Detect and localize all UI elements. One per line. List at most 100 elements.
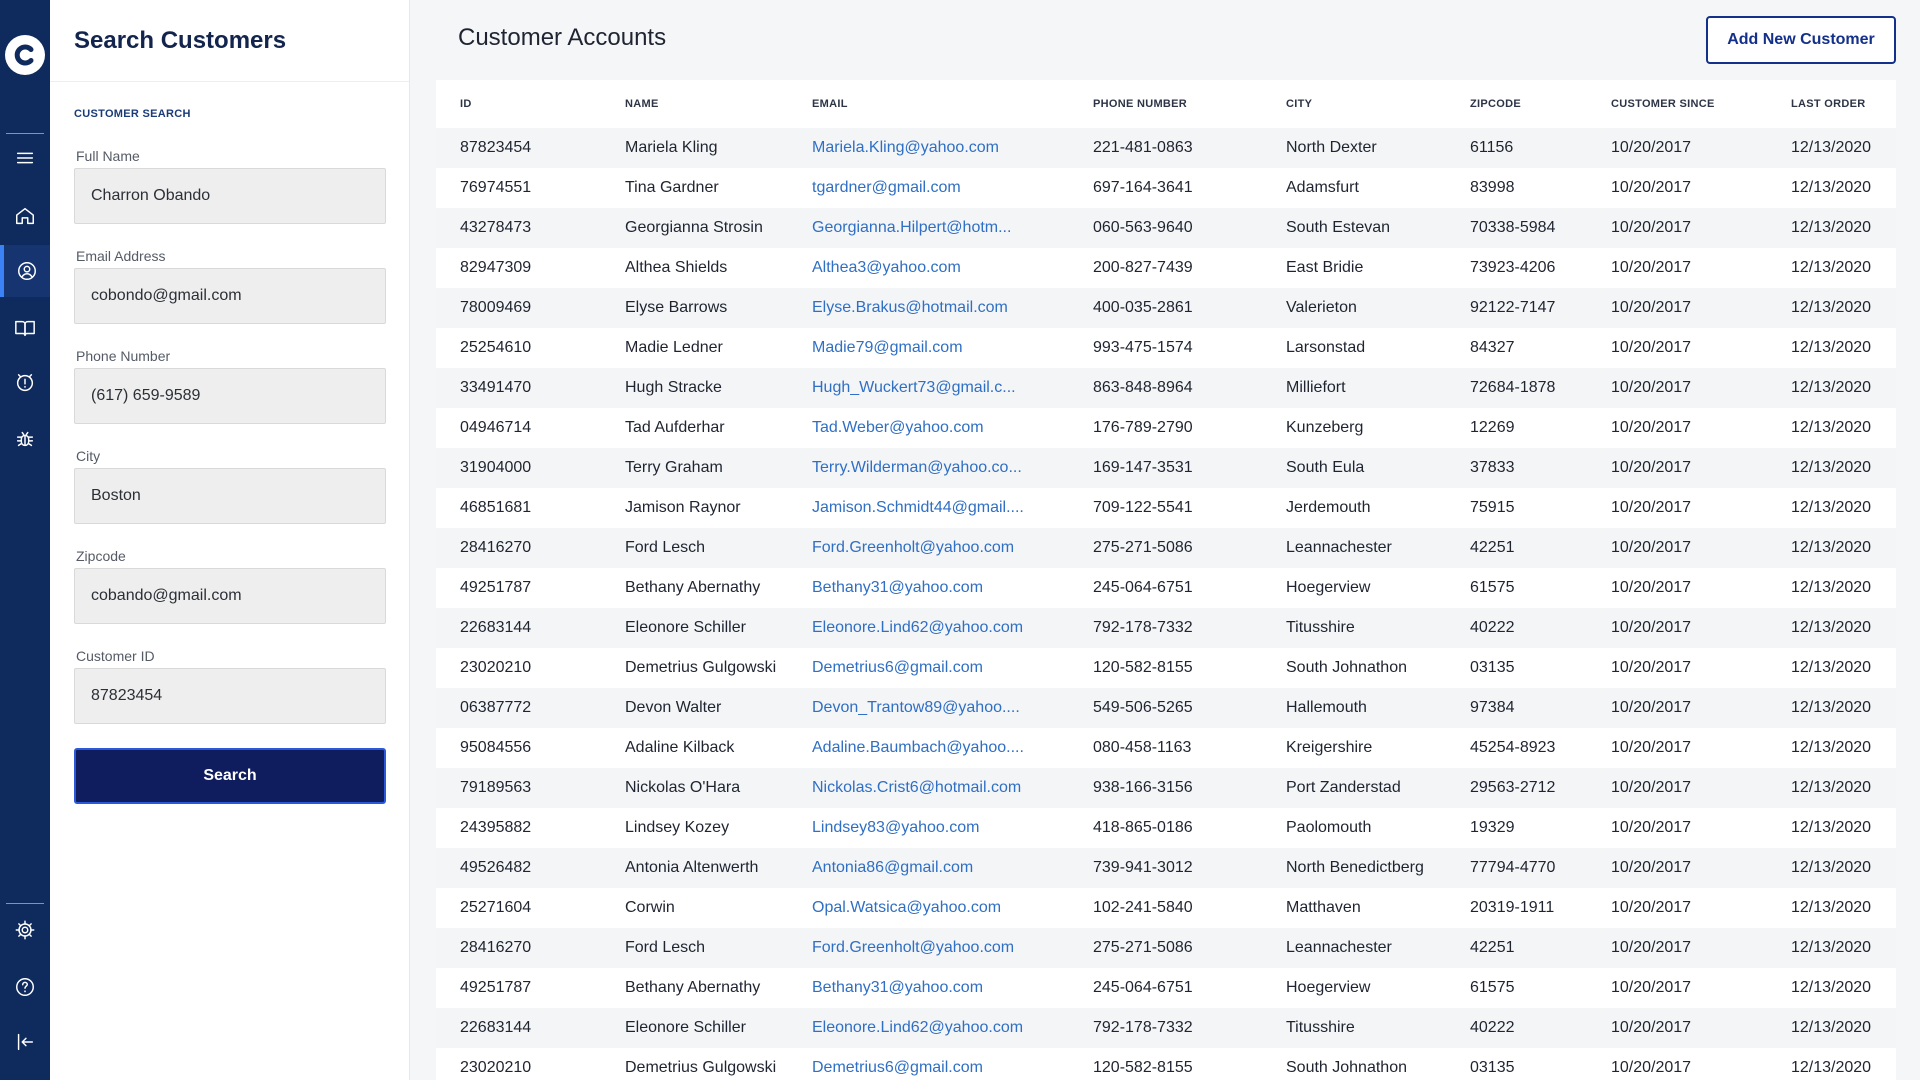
cell-id: 79189563 — [460, 779, 532, 796]
table-row[interactable]: 49251787 Bethany Abernathy Bethany31@yahoo… — [436, 568, 1896, 608]
column-header-city[interactable]: CITY — [1262, 80, 1446, 128]
search-button[interactable]: Search — [74, 748, 386, 804]
cell-email[interactable]: Georgianna.Hilpert@hotm... — [788, 208, 1069, 248]
column-header-zipcode[interactable]: ZIPCODE — [1446, 80, 1587, 128]
cell-id: 31904000 — [460, 459, 532, 476]
cell-email[interactable]: Eleonore.Lind62@yahoo.com — [788, 1008, 1069, 1048]
table-row[interactable]: 28416270 Ford Lesch Ford.Greenholt@yahoo.c… — [436, 528, 1896, 568]
cell-phone: 418-865-0186 — [1093, 819, 1193, 836]
column-header-id[interactable]: ID — [436, 80, 601, 128]
cell-email[interactable]: tgardner@gmail.com — [788, 168, 1069, 208]
table-row[interactable]: 46851681 Jamison Raynor Jamison.Schmidt44@… — [436, 488, 1896, 528]
cell-last-order: 12/13/2020 — [1791, 139, 1872, 156]
menu-icon[interactable] — [0, 132, 50, 184]
table-row[interactable]: 76974551 Tina Gardner tgardner@gmail.com 69… — [436, 168, 1896, 208]
column-header-name[interactable]: NAME — [601, 80, 788, 128]
cell-email[interactable]: Lindsey83@yahoo.com — [788, 808, 1069, 848]
table-row[interactable]: 95084556 Adaline Kilback Adaline.Baumbach@… — [436, 728, 1896, 768]
cell-id: 95084556 — [460, 739, 532, 756]
table-row[interactable]: 25254610 Madie Ledner Madie79@gmail.com 993… — [436, 328, 1896, 368]
cell-email[interactable]: Nickolas.Crist6@hotmail.com — [788, 768, 1069, 808]
table-row[interactable]: 24395882 Lindsey Kozey Lindsey83@yahoo.com… — [436, 808, 1896, 848]
cell-zipcode: 70338-5984 — [1470, 219, 1556, 236]
cell-email[interactable]: Elyse.Brakus@hotmail.com — [788, 288, 1069, 328]
table-row[interactable]: 49251787 Bethany Abernathy Bethany31@yahoo… — [436, 968, 1896, 1008]
cell-phone: 400-035-2861 — [1093, 299, 1193, 316]
badge-alert-icon[interactable] — [0, 357, 50, 409]
cell-city: Leannachester — [1286, 939, 1392, 956]
cell-email[interactable]: Bethany31@yahoo.com — [788, 568, 1069, 608]
customer-id-input[interactable] — [74, 668, 386, 724]
table-row[interactable]: 78009469 Elyse Barrows Elyse.Brakus@hotmai… — [436, 288, 1896, 328]
cell-email[interactable]: Terry.Wilderman@yahoo.co... — [788, 448, 1069, 488]
zipcode-label: Zipcode — [76, 548, 126, 564]
column-header-phone[interactable]: PHONE NUMBER — [1069, 80, 1262, 128]
customer-table-container[interactable]: ID NAME EMAIL PHONE NUMBER CITY ZIPCODE … — [436, 80, 1896, 1080]
table-row[interactable]: 33491470 Hugh Stracke Hugh_Wuckert73@gmail… — [436, 368, 1896, 408]
cell-name: Ford Lesch — [625, 939, 706, 956]
home-icon[interactable] — [0, 190, 50, 242]
cell-last-order: 12/13/2020 — [1791, 939, 1872, 956]
table-row[interactable]: 22683144 Eleonore Schiller Eleonore.Lind62… — [436, 1008, 1896, 1048]
cell-city: Valerieton — [1286, 299, 1357, 316]
full-name-input[interactable] — [74, 168, 386, 224]
cell-email[interactable]: Demetrius6@gmail.com — [788, 648, 1069, 688]
table-row[interactable]: 87823454 Mariela Kling Mariela.Kling@yahoo… — [436, 128, 1896, 168]
zipcode-input[interactable] — [74, 568, 386, 624]
cell-city: Paolomouth — [1286, 819, 1372, 836]
table-row[interactable]: 28416270 Ford Lesch Ford.Greenholt@yahoo.c… — [436, 928, 1896, 968]
email-input[interactable] — [74, 268, 386, 324]
user-icon[interactable] — [0, 245, 50, 297]
cell-zipcode: 12269 — [1470, 419, 1515, 436]
page-title: Customer Accounts — [458, 24, 667, 51]
table-row[interactable]: 25271604 Corwin Opal.Watsica@yahoo.com 102-… — [436, 888, 1896, 928]
cell-email[interactable]: Mariela.Kling@yahoo.com — [788, 128, 1069, 168]
column-header-email[interactable]: EMAIL — [788, 80, 1069, 128]
table-row[interactable]: 43278473 Georgianna Strosin Georgianna.Hil… — [436, 208, 1896, 248]
bug-icon[interactable] — [0, 413, 50, 465]
cell-phone: 120-582-8155 — [1093, 1059, 1193, 1076]
cell-zipcode: 42251 — [1470, 939, 1515, 956]
city-input[interactable] — [74, 468, 386, 524]
table-row[interactable]: 49526482 Antonia Altenwerth Antonia86@gmai… — [436, 848, 1896, 888]
cell-email[interactable]: Madie79@gmail.com — [788, 328, 1069, 368]
table-row[interactable]: 04946714 Tad Aufderhar Tad.Weber@yahoo.com… — [436, 408, 1896, 448]
cell-email[interactable]: Jamison.Schmidt44@gmail.... — [788, 488, 1069, 528]
cell-email[interactable]: Ford.Greenholt@yahoo.com — [788, 528, 1069, 568]
cell-customer-since: 10/20/2017 — [1611, 619, 1692, 636]
cell-email[interactable]: Ford.Greenholt@yahoo.com — [788, 928, 1069, 968]
table-row[interactable]: 79189563 Nickolas O'Hara Nickolas.Crist6@h… — [436, 768, 1896, 808]
cell-email[interactable]: Tad.Weber@yahoo.com — [788, 408, 1069, 448]
cell-email[interactable]: Opal.Watsica@yahoo.com — [788, 888, 1069, 928]
logout-icon[interactable] — [0, 1016, 50, 1068]
add-new-customer-button[interactable]: Add New Customer — [1706, 16, 1896, 64]
gear-icon[interactable] — [0, 904, 50, 956]
cell-email[interactable]: Bethany31@yahoo.com — [788, 968, 1069, 1008]
cell-customer-since: 10/20/2017 — [1611, 659, 1692, 676]
cell-email[interactable]: Adaline.Baumbach@yahoo.... — [788, 728, 1069, 768]
phone-input[interactable] — [74, 368, 386, 424]
help-icon[interactable] — [0, 961, 50, 1013]
table-header-row: ID NAME EMAIL PHONE NUMBER CITY ZIPCODE … — [436, 80, 1896, 128]
column-header-last-order[interactable]: LAST ORDER — [1767, 80, 1896, 128]
table-row[interactable]: 31904000 Terry Graham Terry.Wilderman@yaho… — [436, 448, 1896, 488]
table-row[interactable]: 82947309 Althea Shields Althea3@yahoo.com 2… — [436, 248, 1896, 288]
table-row[interactable]: 22683144 Eleonore Schiller Eleonore.Lind62… — [436, 608, 1896, 648]
cell-email[interactable]: Demetrius6@gmail.com — [788, 1048, 1069, 1080]
column-header-customer-since[interactable]: CUSTOMER SINCE — [1587, 80, 1767, 128]
cell-email[interactable]: Eleonore.Lind62@yahoo.com — [788, 608, 1069, 648]
cell-customer-since: 10/20/2017 — [1611, 699, 1692, 716]
table-row[interactable]: 23020210 Demetrius Gulgowski Demetrius6@gm… — [436, 648, 1896, 688]
cell-email[interactable]: Althea3@yahoo.com — [788, 248, 1069, 288]
cell-email[interactable]: Antonia86@gmail.com — [788, 848, 1069, 888]
book-icon[interactable] — [0, 302, 50, 354]
cell-city: South Eula — [1286, 459, 1365, 476]
cell-email[interactable]: Hugh_Wuckert73@gmail.c... — [788, 368, 1069, 408]
cell-name: Demetrius Gulgowski — [625, 659, 777, 676]
cell-id: 24395882 — [460, 819, 532, 836]
app-logo[interactable] — [5, 35, 45, 75]
cell-customer-since: 10/20/2017 — [1611, 179, 1692, 196]
table-row[interactable]: 23020210 Demetrius Gulgowski Demetrius6@gm… — [436, 1048, 1896, 1080]
table-row[interactable]: 06387772 Devon Walter Devon_Trantow89@yaho… — [436, 688, 1896, 728]
cell-email[interactable]: Devon_Trantow89@yahoo.... — [788, 688, 1069, 728]
